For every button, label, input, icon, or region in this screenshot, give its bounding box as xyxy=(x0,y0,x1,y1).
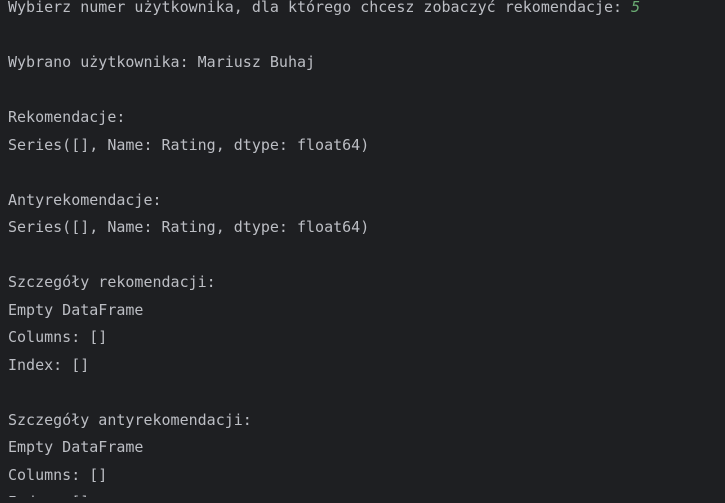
antirecommendations-header: Antyrekomendacje: xyxy=(8,190,162,209)
recommendations-series: Series([], Name: Rating, dtype: float64) xyxy=(8,135,370,154)
console-output[interactable]: Wybierz numer użytkownika, dla którego c… xyxy=(0,0,725,497)
antirec-details-empty: Empty DataFrame xyxy=(8,438,144,456)
rec-details-columns: Columns: [] xyxy=(8,328,108,346)
rec-details-header: Szczegóły rekomendacji: xyxy=(8,273,216,291)
antirec-details-header: Szczegóły antyrekomendacji: xyxy=(8,410,252,429)
antirec-details-columns: Columns: [] xyxy=(8,465,108,484)
selected-user-text: Wybrano użytkownika: Mariusz Buhaj xyxy=(8,53,316,71)
recommendations-header: Rekomendacje: xyxy=(8,108,126,126)
input-prompt-line: Wybierz numer użytkownika, dla którego c… xyxy=(8,0,725,22)
antirec-details-index: Index: [] xyxy=(8,489,725,497)
rec-details-empty: Empty DataFrame xyxy=(8,300,144,319)
user-input-value: 5 xyxy=(631,0,641,16)
rec-details-index: Index: [] xyxy=(8,355,90,374)
antirecommendations-series: Series([], Name: Rating, dtype: float64) xyxy=(8,218,370,236)
input-prompt: Wybierz numer użytkownika, dla którego c… xyxy=(8,0,632,16)
